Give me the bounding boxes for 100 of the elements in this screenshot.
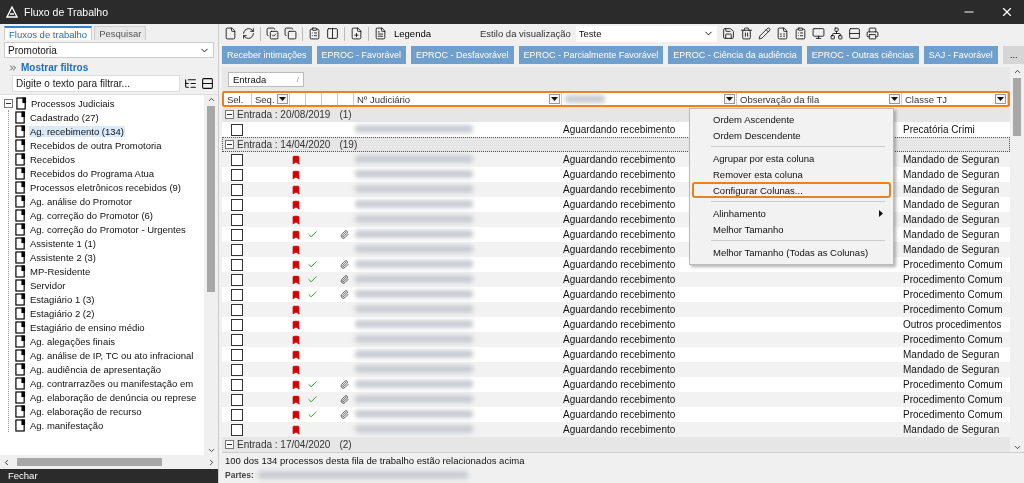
tree-item[interactable]: Servidor <box>29 279 67 291</box>
checkbox[interactable] <box>231 303 243 316</box>
tree-item[interactable]: Ag. contrarrazões ou manifestação em <box>29 377 195 389</box>
menu-item[interactable]: Remover esta coluna <box>692 166 891 182</box>
collapse-toggle[interactable] <box>225 140 234 149</box>
more-button[interactable]: ... <box>1002 46 1024 64</box>
scroll-down-icon[interactable] <box>1012 443 1022 452</box>
scrollbar[interactable] <box>204 95 218 455</box>
column-header[interactable]: Sel. <box>224 93 252 105</box>
tree-item[interactable]: Estagiário 1 (3) <box>29 293 96 305</box>
scrollbar[interactable] <box>1010 67 1024 452</box>
trash-icon[interactable] <box>739 27 753 40</box>
rows-icon[interactable] <box>201 77 214 90</box>
pencil-icon[interactable] <box>757 27 771 40</box>
table-row[interactable]: Aguardando recebimento Mandado de Seguran <box>222 422 1010 437</box>
copy-check-icon[interactable] <box>266 27 279 40</box>
workflow-dropdown[interactable]: Promotoria <box>4 42 214 58</box>
column-header[interactable]: Classe TJ <box>902 93 1008 105</box>
tree-item[interactable]: Ag. manifestação <box>29 419 105 431</box>
dropdown-button[interactable] <box>549 94 560 104</box>
tree-item[interactable]: Assistente 2 (3) <box>29 251 97 263</box>
dropdown-button[interactable] <box>724 94 735 104</box>
clipboard-icon[interactable] <box>793 27 807 40</box>
tree-item[interactable]: Ag. análise do Promotor <box>29 195 133 207</box>
scrollbar-thumb[interactable] <box>1013 78 1021 136</box>
monitor-icon[interactable] <box>811 27 825 40</box>
group-chip[interactable]: Entrada / <box>228 71 304 87</box>
spreadsheet-icon[interactable] <box>775 27 789 40</box>
tree-item[interactable]: Estagiário 2 (2) <box>29 307 96 319</box>
window-icon[interactable] <box>326 27 339 40</box>
tree-item[interactable]: Ag. elaboração de recurso <box>29 405 143 417</box>
checkbox[interactable] <box>231 318 243 331</box>
checkbox[interactable] <box>231 408 243 421</box>
checkbox[interactable] <box>231 393 243 406</box>
tree-item[interactable]: Ag. correção do Promotor - Urgentes <box>29 223 187 235</box>
scrollbar-thumb[interactable] <box>207 106 215 292</box>
tree-item[interactable]: Ag. análise de IP, TC ou ato infracional <box>29 349 195 361</box>
checkbox[interactable] <box>231 333 243 346</box>
checkbox[interactable] <box>231 228 243 241</box>
add-page-icon[interactable] <box>350 27 363 40</box>
tree-item[interactable]: Ag. audiência de apresentação <box>29 363 162 375</box>
menu-item[interactable]: Configurar Colunas... <box>692 182 891 198</box>
tab[interactable]: Fluxos de trabalho <box>4 26 93 40</box>
table-row[interactable]: Aguardando recebimento Procedimento Comum <box>222 332 1010 347</box>
tree-item[interactable]: Processos Judiciais <box>30 97 116 109</box>
checkbox[interactable] <box>231 198 243 211</box>
column-header[interactable]: Nº Judiciário <box>354 93 562 105</box>
menu-item[interactable]: Melhor Tamanho (Todas as Colunas) <box>692 244 891 260</box>
column-header[interactable]: Observação da fila <box>737 93 902 105</box>
tree-item[interactable]: Ag. recebimento (134) <box>29 125 125 137</box>
clipboard-icon[interactable] <box>308 27 321 40</box>
legend-button[interactable]: Legenda <box>392 28 445 39</box>
copy-icon[interactable] <box>284 27 297 40</box>
checkbox[interactable] <box>231 423 243 436</box>
refresh-icon[interactable] <box>242 27 255 40</box>
checkbox[interactable] <box>231 378 243 391</box>
tree-item[interactable]: MP-Residente <box>29 265 92 277</box>
checkbox[interactable] <box>231 123 243 136</box>
checkbox[interactable] <box>231 348 243 361</box>
table-row[interactable]: Aguardando recebimento Procedimento Comum <box>222 272 1010 287</box>
tree-item[interactable]: Recebidos do Programa Atua <box>29 167 156 179</box>
dropdown-button[interactable] <box>995 94 1006 104</box>
collapse-toggle[interactable] <box>225 440 234 449</box>
menu-item[interactable]: Agrupar por esta coluna <box>692 150 891 166</box>
scroll-up-icon[interactable] <box>1012 67 1022 76</box>
scroll-up-icon[interactable] <box>206 95 216 104</box>
tree-item[interactable]: Ag. elaboração de denúncia ou represe <box>29 391 198 403</box>
checkbox[interactable] <box>231 153 243 166</box>
tree-item[interactable]: Assistente 1 (1) <box>29 237 97 249</box>
checkbox[interactable] <box>231 258 243 271</box>
close-bar[interactable]: Fechar <box>0 469 218 483</box>
rows-icon[interactable] <box>847 27 861 40</box>
checkbox[interactable] <box>231 273 243 286</box>
checkbox[interactable] <box>231 288 243 301</box>
checkbox[interactable] <box>231 363 243 376</box>
table-row[interactable]: Aguardando recebimento Mandado de Seguran <box>222 362 1010 377</box>
checkbox[interactable] <box>231 243 243 256</box>
group-row[interactable]: Entrada : 17/04/2020 (2) <box>222 437 1010 452</box>
filter-input[interactable]: Digite o texto para filtrar... <box>12 75 180 92</box>
tree-item[interactable]: Cadastrado (27) <box>29 111 100 123</box>
tree-item[interactable]: Processos eletrônicos recebidos (9) <box>29 181 182 193</box>
collapse-toggle[interactable] <box>225 110 234 119</box>
tree-item[interactable]: Ag. alegações finais <box>29 335 117 347</box>
tree-icon[interactable] <box>184 77 197 90</box>
tree-item[interactable]: Recebidos <box>29 153 76 165</box>
scroll-right-icon[interactable] <box>207 457 216 467</box>
table-row[interactable]: Aguardando recebimento Procedimento Comum <box>222 302 1010 317</box>
tree-item[interactable]: Ag. correção do Promotor (6) <box>29 209 155 221</box>
page-icon[interactable] <box>224 27 237 40</box>
checkbox[interactable] <box>231 183 243 196</box>
tree-item[interactable]: Estagiário de ensino médio <box>29 321 146 333</box>
dropdown-button[interactable] <box>889 94 900 104</box>
tree-icon[interactable] <box>829 27 843 40</box>
view-style-dropdown[interactable]: Teste <box>575 25 717 42</box>
scrollbar-thumb[interactable] <box>17 458 162 466</box>
checkbox[interactable] <box>231 168 243 181</box>
scroll-down-icon[interactable] <box>206 446 216 455</box>
tab[interactable]: Pesquisar <box>94 26 147 40</box>
tree-item[interactable]: Recebidos de outra Promotoria <box>29 139 163 151</box>
page-icon[interactable] <box>374 27 387 40</box>
